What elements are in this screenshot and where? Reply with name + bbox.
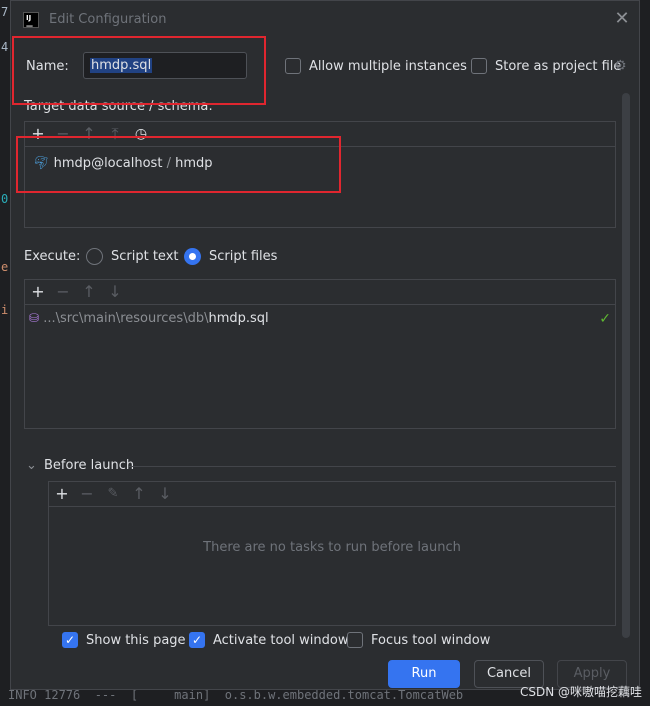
target-toolbar: + − ↑ ⤒ ◷ [25, 122, 615, 147]
script-files-label: Script files [209, 249, 278, 264]
remove-icon[interactable]: − [55, 125, 71, 143]
move-up-icon[interactable]: ↑ [131, 485, 147, 503]
allow-multiple-instances-checkbox[interactable] [285, 58, 301, 74]
dialog-titlebar: IJ — Edit Configuration ✕ [11, 1, 639, 39]
target-data-source-label: Target data source / schema: [24, 99, 213, 114]
datasource-name: hmdp@localhost [53, 156, 163, 171]
move-down-icon[interactable]: ↓ [107, 283, 123, 301]
background-code-glyph: e [1, 260, 9, 274]
edit-configuration-dialog: IJ — Edit Configuration ✕ Name: hmdp.sql … [10, 0, 640, 690]
store-as-project-file-checkbox[interactable] [471, 58, 487, 74]
intellij-app-icon: IJ — [23, 12, 39, 30]
show-this-page-checkbox[interactable]: ✓ [62, 632, 78, 648]
move-down-icon[interactable]: ↓ [157, 485, 173, 503]
checkmark-icon: ✓ [599, 311, 611, 327]
name-label: Name: [26, 59, 69, 74]
name-field-value: hmdp.sql [90, 58, 153, 73]
activate-tool-window-label: Activate tool window [213, 633, 349, 648]
allow-multiple-instances-label: Allow multiple instances [309, 59, 467, 74]
gear-icon[interactable]: ⚙ [614, 58, 627, 74]
background-code-glyph: 4 [1, 40, 9, 54]
background-code-glyph: i [1, 303, 9, 317]
before-launch-toolbar: + − ✎ ↑ ↓ [49, 482, 615, 507]
dialog-title: Edit Configuration [49, 12, 167, 27]
target-datasource-row[interactable]: 🐬︎ hmdp@localhost / hmdp [33, 156, 213, 171]
before-launch-panel: + − ✎ ↑ ↓ There are no tasks to run befo… [48, 481, 616, 626]
add-icon[interactable]: + [54, 485, 70, 503]
vertical-scrollbar[interactable] [622, 93, 630, 638]
focus-tool-window-checkbox[interactable] [347, 632, 363, 648]
name-field[interactable]: hmdp.sql [83, 52, 247, 79]
database-icon: ⛁ [29, 311, 40, 325]
history-icon[interactable]: ◷ [133, 125, 149, 143]
script-file-name: hmdp.sql [208, 311, 269, 326]
datasource-separator: / [166, 156, 171, 171]
move-to-top-icon[interactable]: ⤒ [107, 125, 123, 143]
script-files-panel: + − ↑ ↓ ⛁ ...\src\main\resources\db\hmdp… [24, 279, 616, 429]
focus-tool-window-label: Focus tool window [371, 633, 491, 648]
before-launch-divider [129, 466, 616, 467]
mysql-dolphin-icon: 🐬︎ [33, 156, 50, 171]
background-editor-gutter [0, 0, 10, 706]
before-launch-label[interactable]: Before launch [44, 458, 134, 473]
schema-name: hmdp [175, 156, 213, 171]
background-code-glyph: 7 [1, 5, 9, 19]
activate-tool-window-checkbox[interactable]: ✓ [189, 632, 205, 648]
remove-icon[interactable]: − [55, 283, 71, 301]
script-files-radio[interactable] [184, 248, 201, 265]
script-file-path: ...\src\main\resources\db\ [43, 311, 209, 326]
edit-pencil-icon[interactable]: ✎ [105, 485, 121, 503]
move-up-icon[interactable]: ↑ [81, 125, 97, 143]
script-file-row[interactable]: ⛁ ...\src\main\resources\db\hmdp.sql ✓ [29, 311, 611, 333]
store-as-project-file-label: Store as project file [495, 59, 622, 74]
execute-label: Execute: [24, 249, 81, 264]
close-icon[interactable]: ✕ [613, 10, 631, 28]
target-data-source-panel: + − ↑ ⤒ ◷ 🐬︎ hmdp@localhost / hmdp [24, 121, 616, 228]
chevron-down-icon[interactable]: ⌄ [26, 458, 37, 473]
run-button[interactable]: Run [388, 660, 460, 688]
before-launch-empty-text: There are no tasks to run before launch [203, 540, 461, 555]
add-icon[interactable]: + [30, 283, 46, 301]
show-this-page-label: Show this page [86, 633, 186, 648]
remove-icon[interactable]: − [79, 485, 95, 503]
csdn-watermark: CSDN @咪嗷喵挖藕哇 [519, 685, 642, 699]
background-code-glyph: 0 [1, 192, 9, 206]
move-up-icon[interactable]: ↑ [81, 283, 97, 301]
script-text-radio[interactable] [86, 248, 103, 265]
script-files-toolbar: + − ↑ ↓ [25, 280, 615, 305]
script-text-label: Script text [111, 249, 179, 264]
add-icon[interactable]: + [30, 125, 46, 143]
